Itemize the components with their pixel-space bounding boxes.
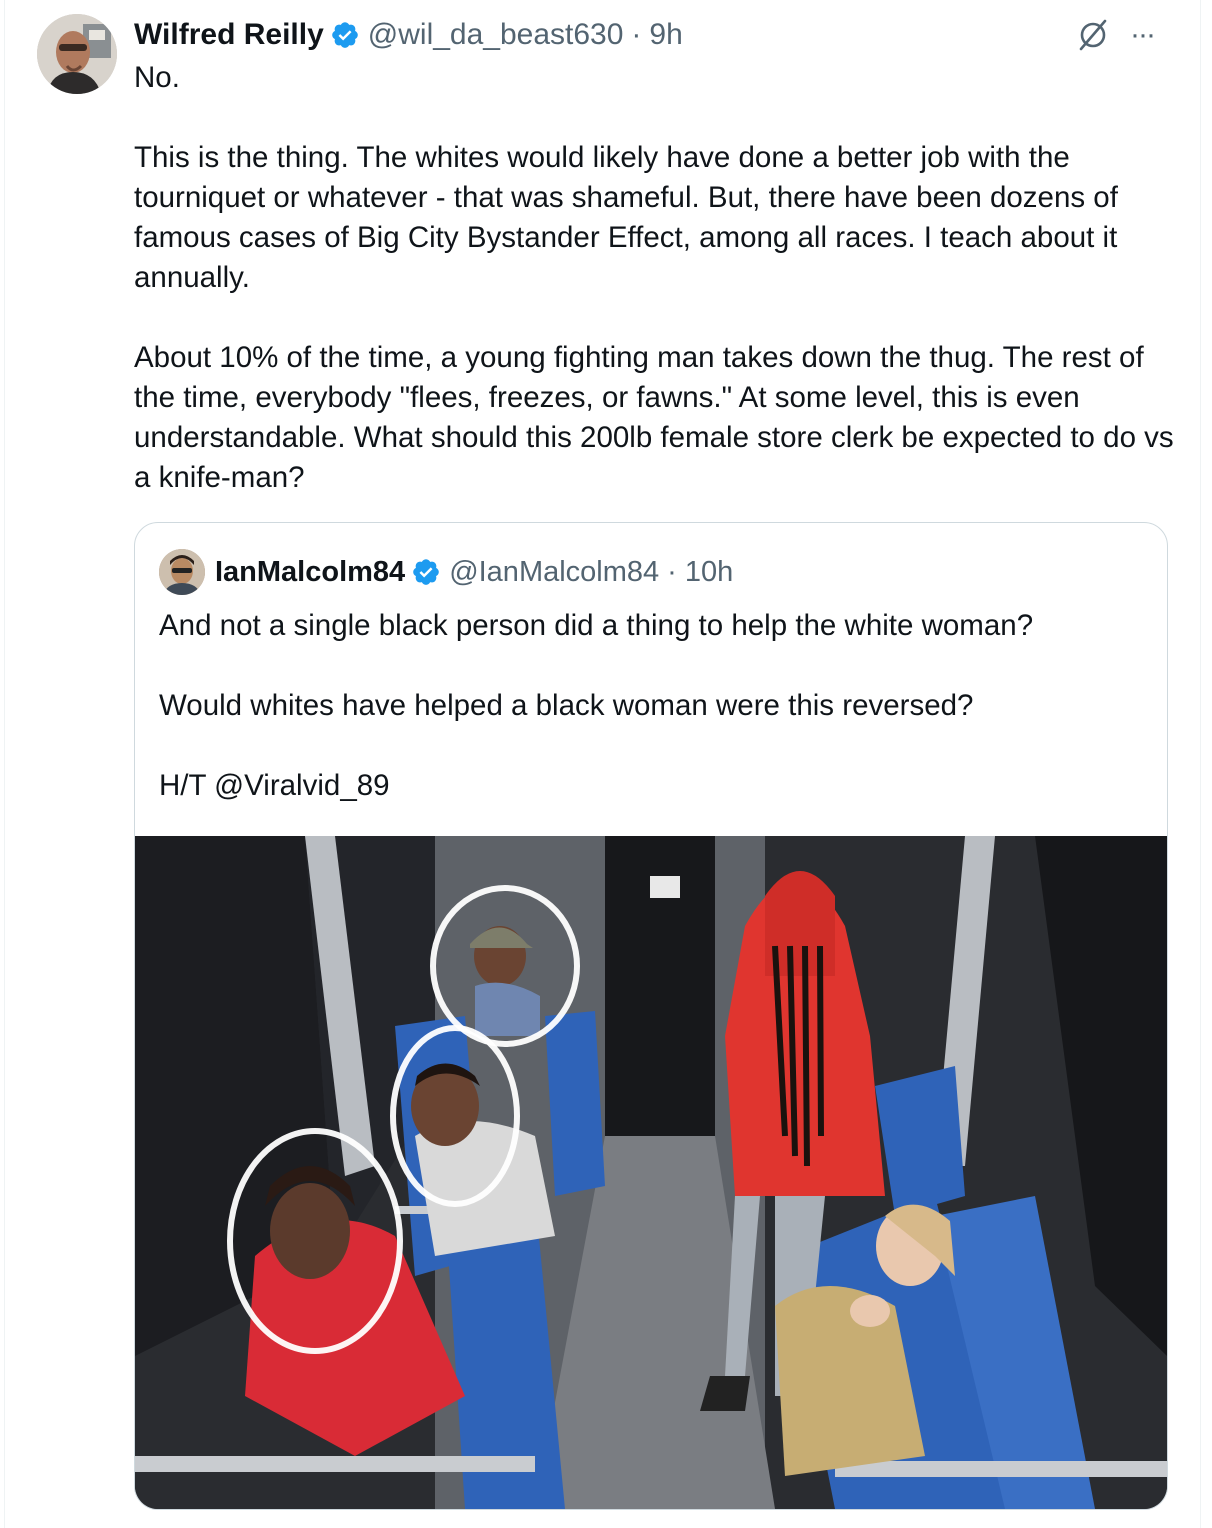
quoted-paragraph: Would whites have helped a black woman w… [159,689,974,722]
separator-dot: · [667,555,677,588]
quoted-author-avatar [159,549,205,595]
tweet-paragraph: This is the thing. The whites would like… [134,141,1118,294]
tweet-body: No. This is the thing. The whites would … [134,58,1174,498]
quoted-tweet-timestamp[interactable]: 10h [685,556,733,589]
timeline-border-right [1200,0,1201,1528]
author-name[interactable]: Wilfred Reilly [134,18,324,52]
quoted-author-name[interactable]: IanMalcolm84 [215,556,405,589]
quoted-paragraph: And not a single black person did a thin… [159,609,1034,642]
quoted-tweet-body: And not a single black person did a thin… [159,606,1149,806]
verified-badge-icon [331,22,358,48]
tweet-timestamp[interactable]: 9h [649,18,682,52]
quoted-paragraph: H/T @Viralvid_89 [159,769,390,802]
tweet-header: Wilfred Reilly @wil_da_beast630 · 9h [134,14,683,56]
more-icon[interactable]: ··· [1130,20,1156,50]
separator-dot: · [631,18,642,51]
quoted-tweet-media[interactable] [135,836,1167,1509]
quoted-tweet-card[interactable]: IanMalcolm84 @IanMalcolm84 · 10h And not… [134,522,1168,1510]
quoted-tweet-header: IanMalcolm84 @IanMalcolm84 · 10h [159,549,733,595]
tweet-paragraph: No. [134,61,180,94]
author-avatar[interactable] [37,14,117,94]
timeline-border-left [4,0,5,1528]
grok-icon[interactable] [1076,18,1110,52]
author-handle[interactable]: @wil_da_beast630 [368,18,624,52]
quoted-author-handle[interactable]: @IanMalcolm84 [449,556,659,589]
tweet-paragraph: About 10% of the time, a young fighting … [134,341,1174,494]
verified-badge-icon [413,559,439,585]
header-actions: ··· [1076,18,1156,52]
